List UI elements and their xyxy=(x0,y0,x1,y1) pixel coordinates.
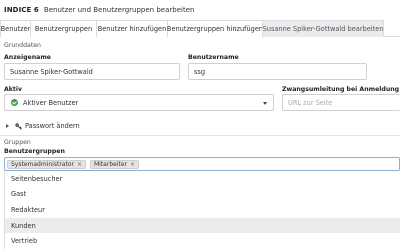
check-circle-icon xyxy=(11,99,18,106)
active-status-select[interactable]: Aktiver Benutzer xyxy=(4,94,274,111)
page-title: Benutzer und Benutzergruppen bearbeiten xyxy=(43,6,195,14)
dropdown-option[interactable]: Vertrieb xyxy=(5,233,400,249)
groups-label: Benutzergruppen xyxy=(4,148,65,155)
tab-label: Susanne Spiker-Gottwald bearbeiten xyxy=(262,25,384,33)
remove-icon[interactable]: × xyxy=(77,161,82,168)
tab-benutzergruppen[interactable]: Benutzergruppen xyxy=(30,20,97,37)
tab-label: Benutzer xyxy=(0,25,31,33)
chevron-down-icon xyxy=(263,102,267,105)
username-value: ssg xyxy=(194,67,206,76)
key-icon xyxy=(15,122,22,130)
redirect-placeholder: URL zur Seite xyxy=(288,98,333,107)
active-label: Aktiv xyxy=(4,86,23,93)
redirect-label: Zwangsumleitung bei Anmeldung xyxy=(282,86,400,93)
group-chip-label: Systemadministrator xyxy=(11,160,74,168)
section-divider xyxy=(0,135,400,136)
display-name-value: Susanne Spiker-Gottwald xyxy=(10,67,93,76)
brand-label: INDICE 6 xyxy=(4,6,39,14)
active-status-value: Aktiver Benutzer xyxy=(23,98,79,107)
section-grunddaten: Grunddaten xyxy=(4,42,41,49)
username-label: Benutzername xyxy=(188,54,239,61)
groups-dropdown: Seitenbesucher Gast Redakteur Kunden Ver… xyxy=(4,171,400,249)
groups-multiselect[interactable]: Systemadministrator × Mitarbeiter × xyxy=(4,157,400,171)
tab-edit-user[interactable]: Susanne Spiker-Gottwald bearbeiten xyxy=(262,20,384,37)
redirect-url-field[interactable]: URL zur Seite xyxy=(282,94,400,111)
group-chip-label: Mitarbeiter xyxy=(93,160,128,168)
password-toggle[interactable]: Passwort ändern xyxy=(6,121,80,131)
tab-bar: Benutzer Benutzergruppen Benutzer hinzuf… xyxy=(0,20,400,37)
display-name-label: Anzeigename xyxy=(4,54,51,61)
group-chip: Systemadministrator × xyxy=(7,159,86,169)
tab-label: Benutzergruppen hinzufügen xyxy=(166,25,264,33)
tab-label: Benutzer hinzufügen xyxy=(97,25,167,33)
page-header: INDICE 6 Benutzer und Benutzergruppen be… xyxy=(0,0,400,20)
tab-benutzer-hinzufuegen[interactable]: Benutzer hinzufügen xyxy=(96,20,168,37)
remove-icon[interactable]: × xyxy=(130,161,135,168)
username-field[interactable]: ssg xyxy=(188,63,367,80)
tab-benutzer[interactable]: Benutzer xyxy=(0,20,31,37)
dropdown-option[interactable]: Redakteur xyxy=(5,202,400,218)
dropdown-option[interactable]: Seitenbesucher xyxy=(5,171,400,187)
dropdown-option[interactable]: Gast xyxy=(5,187,400,203)
display-name-field[interactable]: Susanne Spiker-Gottwald xyxy=(4,63,180,80)
group-chip: Mitarbeiter × xyxy=(89,159,140,169)
tab-benutzergruppen-hinzufuegen[interactable]: Benutzergruppen hinzufügen xyxy=(167,20,263,37)
dropdown-option-highlighted[interactable]: Kunden xyxy=(5,217,400,234)
password-toggle-label: Passwort ändern xyxy=(25,122,80,130)
section-gruppen: Gruppen xyxy=(4,139,31,146)
caret-right-icon xyxy=(6,124,9,128)
tab-label: Benutzergruppen xyxy=(34,25,93,33)
